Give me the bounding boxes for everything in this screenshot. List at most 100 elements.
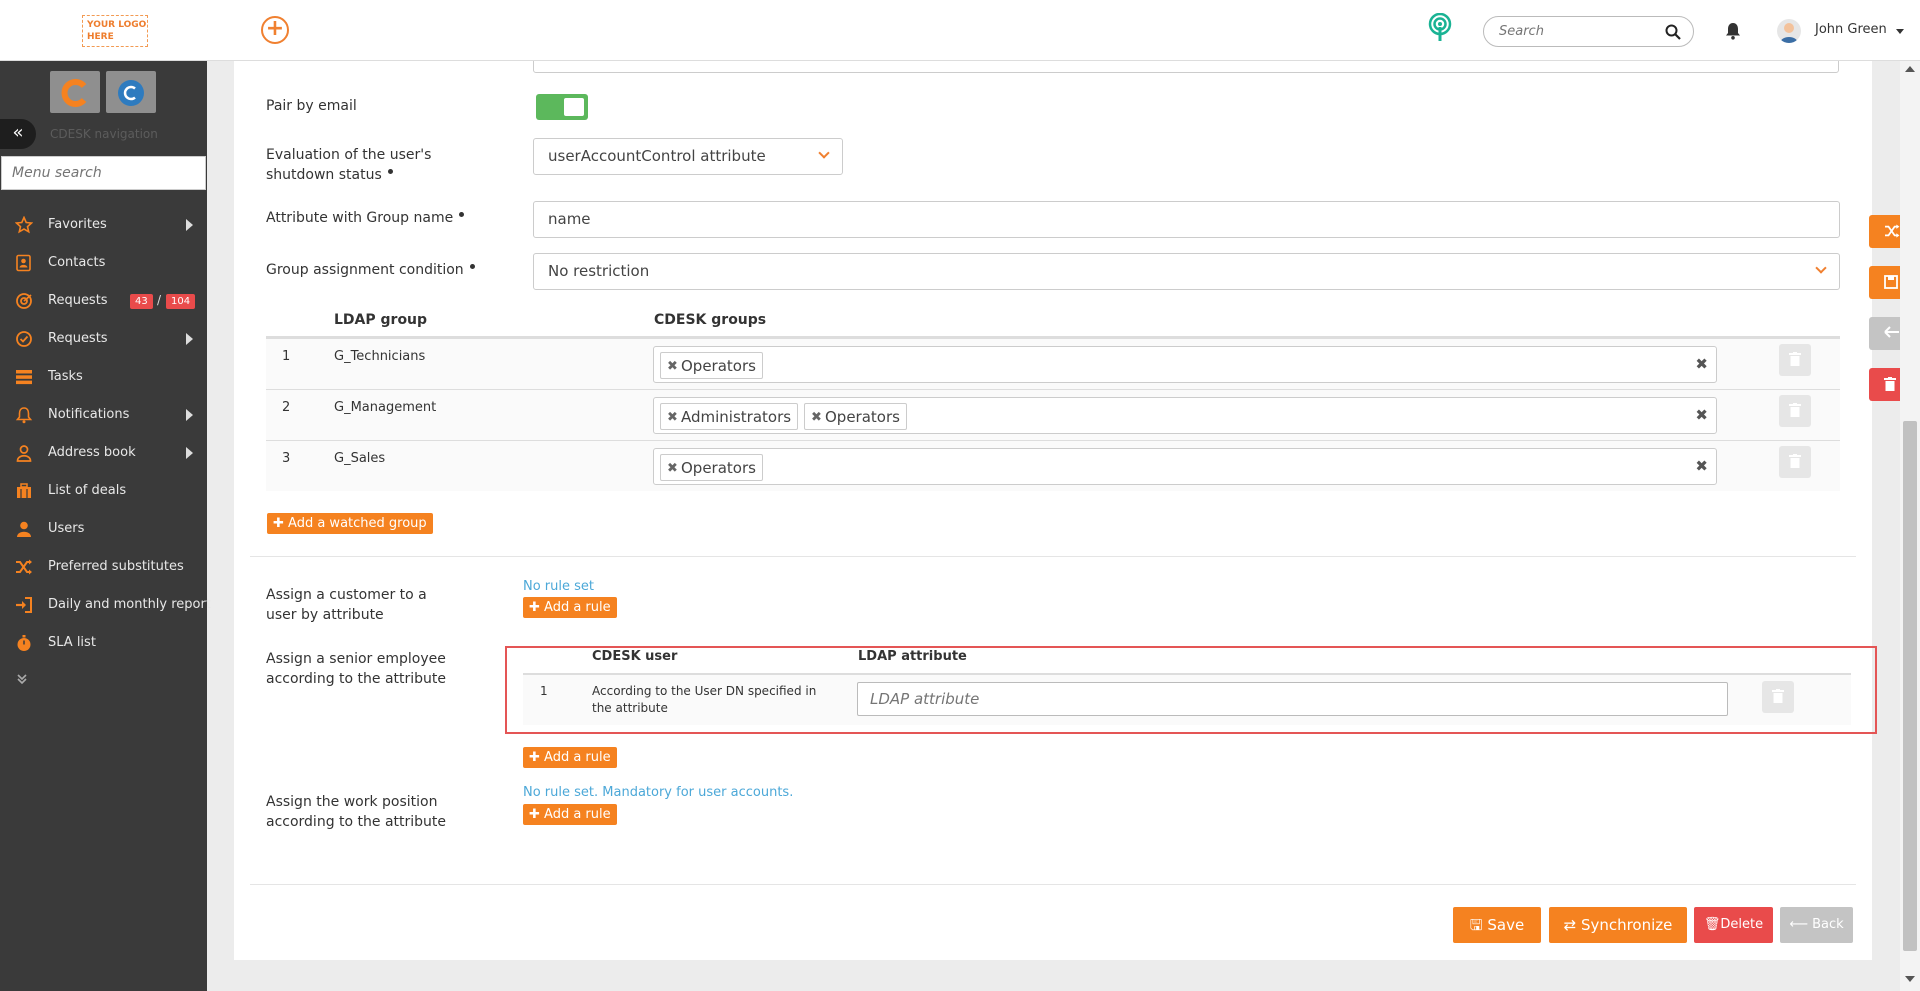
search-input[interactable] bbox=[1499, 24, 1659, 39]
global-search[interactable] bbox=[1483, 16, 1694, 47]
pair-by-email-toggle[interactable] bbox=[536, 94, 588, 120]
scrollbar-thumb[interactable] bbox=[1903, 421, 1917, 951]
group-condition-select[interactable]: No restriction bbox=[533, 253, 1840, 290]
plus-icon: ✚ bbox=[529, 600, 545, 615]
shuffle-icon bbox=[1885, 224, 1900, 238]
cdesk-alt-app-tile[interactable] bbox=[106, 71, 156, 113]
sidebar: « CDESK navigation Favorites Contacts Re… bbox=[0, 61, 211, 991]
row-number: 1 bbox=[282, 349, 291, 364]
shutdown-status-label-text: Evaluation of the user's shutdown status bbox=[266, 147, 432, 183]
chevron-down-icon bbox=[1815, 262, 1827, 274]
collapse-sidebar-icon[interactable]: « bbox=[0, 119, 36, 149]
check-circle-icon bbox=[16, 331, 32, 347]
delete-senior-rule-button[interactable] bbox=[1762, 681, 1794, 713]
group-tag-label: Operators bbox=[681, 459, 756, 477]
sidebar-item-contacts[interactable]: Contacts bbox=[0, 244, 207, 282]
sidebar-item-daily-monthly-report[interactable]: Daily and monthly report bbox=[0, 586, 211, 624]
scroll-down-icon[interactable] bbox=[1905, 976, 1915, 982]
delete-row-button[interactable] bbox=[1779, 344, 1811, 376]
sidebar-item-label: Daily and monthly report bbox=[48, 597, 211, 612]
cdesk-app-tile[interactable] bbox=[50, 71, 100, 113]
remove-tag-icon[interactable]: ✖ bbox=[811, 410, 822, 425]
broadcast-icon[interactable] bbox=[1427, 13, 1453, 43]
nav-title: CDESK navigation bbox=[50, 127, 158, 141]
sidebar-item-label: Users bbox=[48, 521, 85, 536]
sidebar-item-favorites[interactable]: Favorites bbox=[0, 206, 207, 244]
delete-button[interactable]: 🗑Delete bbox=[1694, 907, 1773, 943]
sidebar-item-requests[interactable]: Requests 43 / 104 bbox=[0, 282, 207, 320]
ldap-group-name: G_Management bbox=[334, 400, 437, 415]
user-menu-caret-icon[interactable] bbox=[1896, 29, 1904, 34]
assign-senior-label: Assign a senior employee according to th… bbox=[266, 651, 447, 687]
sidebar-item-requests-menu[interactable]: Requests bbox=[0, 320, 207, 358]
cdesk-groups-select[interactable]: ✖ Operators ✖ bbox=[653, 346, 1717, 383]
add-senior-rule-button[interactable]: ✚ Add a rule bbox=[523, 747, 617, 768]
delete-row-button[interactable] bbox=[1779, 395, 1811, 427]
assign-customer-label: Assign a customer to a user by attribute bbox=[266, 587, 427, 623]
plus-icon: ✚ bbox=[529, 750, 545, 765]
clear-selection-icon[interactable]: ✖ bbox=[1695, 457, 1708, 475]
floppy-disk-icon: 🖫 bbox=[1469, 916, 1488, 934]
menu-search[interactable] bbox=[1, 156, 206, 190]
add-watched-group-button[interactable]: ✚ Add a watched group bbox=[267, 513, 433, 534]
menu-search-input[interactable] bbox=[12, 165, 202, 181]
group-condition-label: Group assignment condition bbox=[266, 260, 475, 280]
cdesk-groups-select[interactable]: ✖ Operators ✖ bbox=[653, 448, 1717, 485]
double-chevron-down-icon[interactable] bbox=[16, 673, 28, 689]
ldap-attribute-input[interactable] bbox=[857, 682, 1728, 716]
sidebar-item-list-of-deals[interactable]: List of deals bbox=[0, 472, 207, 510]
back-button[interactable]: ⟵ Back bbox=[1780, 907, 1853, 943]
sidebar-item-sla-list[interactable]: SLA list bbox=[0, 624, 207, 662]
add-customer-rule-button[interactable]: ✚ Add a rule bbox=[523, 597, 617, 618]
shutdown-status-select[interactable]: userAccountControl attribute bbox=[533, 138, 843, 175]
trash-icon: 🗑 bbox=[1703, 917, 1721, 932]
group-name-attr-value: name bbox=[548, 210, 591, 228]
page-scrollbar[interactable] bbox=[1900, 61, 1920, 991]
group-tag: ✖ Administrators bbox=[660, 403, 799, 430]
avatar[interactable] bbox=[1777, 19, 1801, 43]
table-row: 1 G_Technicians ✖ Operators ✖ bbox=[266, 338, 1840, 389]
clear-selection-icon[interactable]: ✖ bbox=[1695, 406, 1708, 424]
delete-row-button[interactable] bbox=[1779, 446, 1811, 478]
scroll-up-icon[interactable] bbox=[1905, 66, 1915, 72]
sidebar-item-address-book[interactable]: Address book bbox=[0, 434, 207, 472]
save-label: Save bbox=[1487, 916, 1525, 934]
sidebar-item-label: Requests bbox=[48, 331, 108, 346]
plus-icon: ✚ bbox=[529, 807, 545, 822]
col-header-cdesk-user: CDESK user bbox=[592, 649, 678, 664]
group-name-attr-input[interactable]: name bbox=[533, 201, 1840, 238]
synchronize-button[interactable]: ⇄ Synchronize bbox=[1549, 907, 1687, 943]
add-work-position-rule-button[interactable]: ✚ Add a rule bbox=[523, 804, 617, 825]
sidebar-item-users[interactable]: Users bbox=[0, 510, 207, 548]
trash-icon bbox=[1789, 403, 1801, 417]
remove-tag-icon[interactable]: ✖ bbox=[667, 461, 678, 476]
total-requests-badge[interactable]: 104 bbox=[166, 294, 196, 309]
add-new-button[interactable]: + bbox=[261, 16, 289, 44]
search-icon[interactable] bbox=[1665, 24, 1681, 40]
required-dot bbox=[387, 169, 393, 174]
sidebar-item-label: Address book bbox=[48, 445, 136, 460]
submenu-arrow-icon bbox=[186, 219, 193, 231]
logo-line2: HERE bbox=[87, 32, 114, 42]
remove-tag-icon[interactable]: ✖ bbox=[667, 410, 678, 425]
user-name[interactable]: John Green bbox=[1815, 22, 1887, 37]
company-logo[interactable]: YOUR LOGO HERE bbox=[82, 15, 148, 47]
save-button[interactable]: 🖫 Save bbox=[1453, 907, 1541, 943]
row-number: 3 bbox=[282, 451, 291, 466]
open-requests-badge[interactable]: 43 bbox=[130, 294, 153, 309]
cdesk-groups-select[interactable]: ✖ Administrators ✖ Operators ✖ bbox=[653, 397, 1717, 434]
required-dot bbox=[459, 212, 465, 217]
pair-by-email-label: Pair by email bbox=[266, 98, 357, 114]
shutdown-status-value: userAccountControl attribute bbox=[548, 147, 766, 165]
deals-icon bbox=[17, 483, 31, 498]
notification-bell-icon[interactable] bbox=[1725, 22, 1741, 40]
sidebar-item-preferred-substitutes[interactable]: Preferred substitutes bbox=[0, 548, 207, 586]
sidebar-item-tasks[interactable]: Tasks bbox=[0, 358, 207, 396]
sidebar-item-notifications[interactable]: Notifications bbox=[0, 396, 207, 434]
section-divider bbox=[250, 556, 1856, 557]
group-tag-label: Operators bbox=[681, 357, 756, 375]
remove-tag-icon[interactable]: ✖ bbox=[667, 359, 678, 374]
clear-selection-icon[interactable]: ✖ bbox=[1695, 355, 1708, 373]
group-condition-label-text: Group assignment condition bbox=[266, 262, 464, 278]
assign-work-position-label: Assign the work position according to th… bbox=[266, 794, 447, 830]
